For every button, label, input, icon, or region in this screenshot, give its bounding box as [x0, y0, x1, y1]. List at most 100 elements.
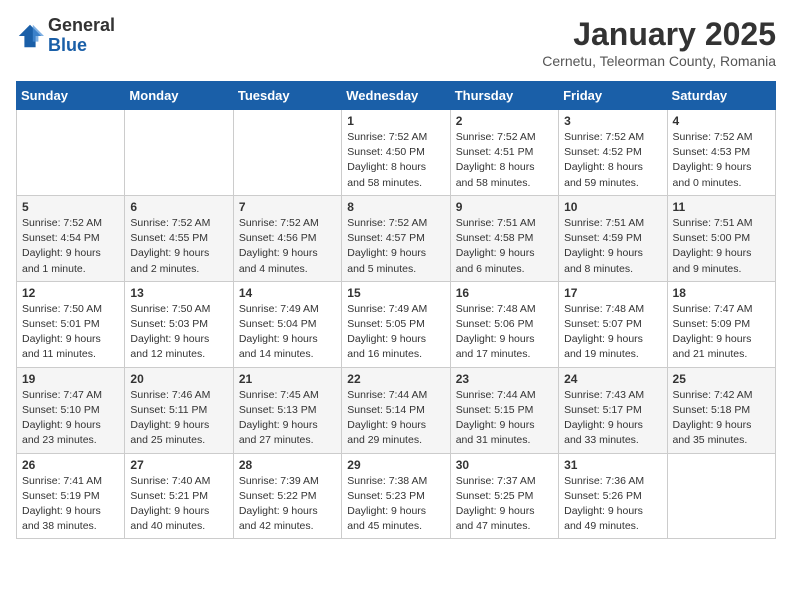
- day-info: Sunrise: 7:50 AM Sunset: 5:01 PM Dayligh…: [22, 302, 119, 363]
- day-number: 31: [564, 458, 661, 472]
- calendar-cell: 9 Sunrise: 7:51 AM Sunset: 4:58 PM Daylig…: [450, 195, 558, 281]
- day-info: Sunrise: 7:40 AM Sunset: 5:21 PM Dayligh…: [130, 474, 227, 535]
- calendar-header-row: SundayMondayTuesdayWednesdayThursdayFrid…: [17, 82, 776, 110]
- title-block: January 2025 Cernetu, Teleorman County, …: [542, 16, 776, 69]
- day-info: Sunrise: 7:51 AM Sunset: 4:59 PM Dayligh…: [564, 216, 661, 277]
- logo-icon: [16, 22, 44, 50]
- day-info: Sunrise: 7:41 AM Sunset: 5:19 PM Dayligh…: [22, 474, 119, 535]
- day-number: 16: [456, 286, 553, 300]
- calendar-week-row: 26 Sunrise: 7:41 AM Sunset: 5:19 PM Dayli…: [17, 453, 776, 539]
- day-info: Sunrise: 7:48 AM Sunset: 5:07 PM Dayligh…: [564, 302, 661, 363]
- calendar-cell: 6 Sunrise: 7:52 AM Sunset: 4:55 PM Daylig…: [125, 195, 233, 281]
- day-number: 13: [130, 286, 227, 300]
- calendar-cell: 31 Sunrise: 7:36 AM Sunset: 5:26 PM Dayli…: [559, 453, 667, 539]
- calendar-cell: 26 Sunrise: 7:41 AM Sunset: 5:19 PM Dayli…: [17, 453, 125, 539]
- day-info: Sunrise: 7:49 AM Sunset: 5:04 PM Dayligh…: [239, 302, 336, 363]
- day-number: 22: [347, 372, 444, 386]
- day-info: Sunrise: 7:52 AM Sunset: 4:57 PM Dayligh…: [347, 216, 444, 277]
- calendar-cell: 20 Sunrise: 7:46 AM Sunset: 5:11 PM Dayli…: [125, 367, 233, 453]
- day-number: 4: [673, 114, 770, 128]
- day-info: Sunrise: 7:39 AM Sunset: 5:22 PM Dayligh…: [239, 474, 336, 535]
- day-number: 8: [347, 200, 444, 214]
- day-number: 17: [564, 286, 661, 300]
- day-number: 23: [456, 372, 553, 386]
- calendar-table: SundayMondayTuesdayWednesdayThursdayFrid…: [16, 81, 776, 539]
- day-of-week-header: Saturday: [667, 82, 775, 110]
- calendar-cell: 27 Sunrise: 7:40 AM Sunset: 5:21 PM Dayli…: [125, 453, 233, 539]
- day-info: Sunrise: 7:47 AM Sunset: 5:09 PM Dayligh…: [673, 302, 770, 363]
- day-info: Sunrise: 7:52 AM Sunset: 4:52 PM Dayligh…: [564, 130, 661, 191]
- logo-text: General Blue: [48, 16, 115, 56]
- calendar-cell: 2Sunrise: 7:52 AM Sunset: 4:51 PM Daylig…: [450, 110, 558, 196]
- day-number: 2: [456, 114, 553, 128]
- calendar-cell: 23 Sunrise: 7:44 AM Sunset: 5:15 PM Dayli…: [450, 367, 558, 453]
- calendar-cell: 14Sunrise: 7:49 AM Sunset: 5:04 PM Dayli…: [233, 281, 341, 367]
- calendar-cell: 25Sunrise: 7:42 AM Sunset: 5:18 PM Dayli…: [667, 367, 775, 453]
- day-info: Sunrise: 7:38 AM Sunset: 5:23 PM Dayligh…: [347, 474, 444, 535]
- logo: General Blue: [16, 16, 115, 56]
- day-info: Sunrise: 7:46 AM Sunset: 5:11 PM Dayligh…: [130, 388, 227, 449]
- calendar-cell: [125, 110, 233, 196]
- day-number: 3: [564, 114, 661, 128]
- day-info: Sunrise: 7:49 AM Sunset: 5:05 PM Dayligh…: [347, 302, 444, 363]
- calendar-cell: 15Sunrise: 7:49 AM Sunset: 5:05 PM Dayli…: [342, 281, 450, 367]
- page-header: General Blue January 2025 Cernetu, Teleo…: [16, 16, 776, 69]
- calendar-cell: 5Sunrise: 7:52 AM Sunset: 4:54 PM Daylig…: [17, 195, 125, 281]
- day-of-week-header: Tuesday: [233, 82, 341, 110]
- day-number: 7: [239, 200, 336, 214]
- calendar-cell: [667, 453, 775, 539]
- day-number: 5: [22, 200, 119, 214]
- month-title: January 2025: [542, 16, 776, 53]
- day-info: Sunrise: 7:50 AM Sunset: 5:03 PM Dayligh…: [130, 302, 227, 363]
- day-number: 19: [22, 372, 119, 386]
- day-number: 9: [456, 200, 553, 214]
- calendar-cell: 7 Sunrise: 7:52 AM Sunset: 4:56 PM Daylig…: [233, 195, 341, 281]
- day-info: Sunrise: 7:43 AM Sunset: 5:17 PM Dayligh…: [564, 388, 661, 449]
- day-number: 21: [239, 372, 336, 386]
- calendar-cell: [17, 110, 125, 196]
- calendar-week-row: 5Sunrise: 7:52 AM Sunset: 4:54 PM Daylig…: [17, 195, 776, 281]
- calendar-week-row: 19 Sunrise: 7:47 AM Sunset: 5:10 PM Dayli…: [17, 367, 776, 453]
- day-info: Sunrise: 7:44 AM Sunset: 5:15 PM Dayligh…: [456, 388, 553, 449]
- day-number: 26: [22, 458, 119, 472]
- calendar-cell: 22Sunrise: 7:44 AM Sunset: 5:14 PM Dayli…: [342, 367, 450, 453]
- day-number: 1: [347, 114, 444, 128]
- calendar-cell: 24Sunrise: 7:43 AM Sunset: 5:17 PM Dayli…: [559, 367, 667, 453]
- day-info: Sunrise: 7:45 AM Sunset: 5:13 PM Dayligh…: [239, 388, 336, 449]
- day-info: Sunrise: 7:47 AM Sunset: 5:10 PM Dayligh…: [22, 388, 119, 449]
- day-number: 11: [673, 200, 770, 214]
- day-number: 10: [564, 200, 661, 214]
- location-subtitle: Cernetu, Teleorman County, Romania: [542, 53, 776, 69]
- calendar-cell: 8 Sunrise: 7:52 AM Sunset: 4:57 PM Daylig…: [342, 195, 450, 281]
- day-info: Sunrise: 7:51 AM Sunset: 4:58 PM Dayligh…: [456, 216, 553, 277]
- calendar-cell: 11 Sunrise: 7:51 AM Sunset: 5:00 PM Dayli…: [667, 195, 775, 281]
- day-of-week-header: Monday: [125, 82, 233, 110]
- calendar-week-row: 1 Sunrise: 7:52 AM Sunset: 4:50 PM Daylig…: [17, 110, 776, 196]
- day-number: 6: [130, 200, 227, 214]
- day-info: Sunrise: 7:36 AM Sunset: 5:26 PM Dayligh…: [564, 474, 661, 535]
- day-info: Sunrise: 7:52 AM Sunset: 4:56 PM Dayligh…: [239, 216, 336, 277]
- day-number: 20: [130, 372, 227, 386]
- day-number: 27: [130, 458, 227, 472]
- calendar-cell: 28 Sunrise: 7:39 AM Sunset: 5:22 PM Dayli…: [233, 453, 341, 539]
- day-of-week-header: Thursday: [450, 82, 558, 110]
- day-info: Sunrise: 7:52 AM Sunset: 4:55 PM Dayligh…: [130, 216, 227, 277]
- calendar-cell: 13 Sunrise: 7:50 AM Sunset: 5:03 PM Dayli…: [125, 281, 233, 367]
- calendar-cell: 30Sunrise: 7:37 AM Sunset: 5:25 PM Dayli…: [450, 453, 558, 539]
- day-info: Sunrise: 7:37 AM Sunset: 5:25 PM Dayligh…: [456, 474, 553, 535]
- calendar-cell: 16Sunrise: 7:48 AM Sunset: 5:06 PM Dayli…: [450, 281, 558, 367]
- calendar-cell: 1 Sunrise: 7:52 AM Sunset: 4:50 PM Daylig…: [342, 110, 450, 196]
- day-info: Sunrise: 7:52 AM Sunset: 4:50 PM Dayligh…: [347, 130, 444, 191]
- calendar-cell: 10 Sunrise: 7:51 AM Sunset: 4:59 PM Dayli…: [559, 195, 667, 281]
- day-info: Sunrise: 7:52 AM Sunset: 4:53 PM Dayligh…: [673, 130, 770, 191]
- calendar-cell: 12 Sunrise: 7:50 AM Sunset: 5:01 PM Dayli…: [17, 281, 125, 367]
- calendar-cell: 17 Sunrise: 7:48 AM Sunset: 5:07 PM Dayli…: [559, 281, 667, 367]
- calendar-cell: 4 Sunrise: 7:52 AM Sunset: 4:53 PM Daylig…: [667, 110, 775, 196]
- day-number: 12: [22, 286, 119, 300]
- calendar-cell: [233, 110, 341, 196]
- calendar-cell: 29Sunrise: 7:38 AM Sunset: 5:23 PM Dayli…: [342, 453, 450, 539]
- calendar-cell: 19 Sunrise: 7:47 AM Sunset: 5:10 PM Dayli…: [17, 367, 125, 453]
- day-number: 28: [239, 458, 336, 472]
- calendar-cell: 3 Sunrise: 7:52 AM Sunset: 4:52 PM Daylig…: [559, 110, 667, 196]
- day-info: Sunrise: 7:51 AM Sunset: 5:00 PM Dayligh…: [673, 216, 770, 277]
